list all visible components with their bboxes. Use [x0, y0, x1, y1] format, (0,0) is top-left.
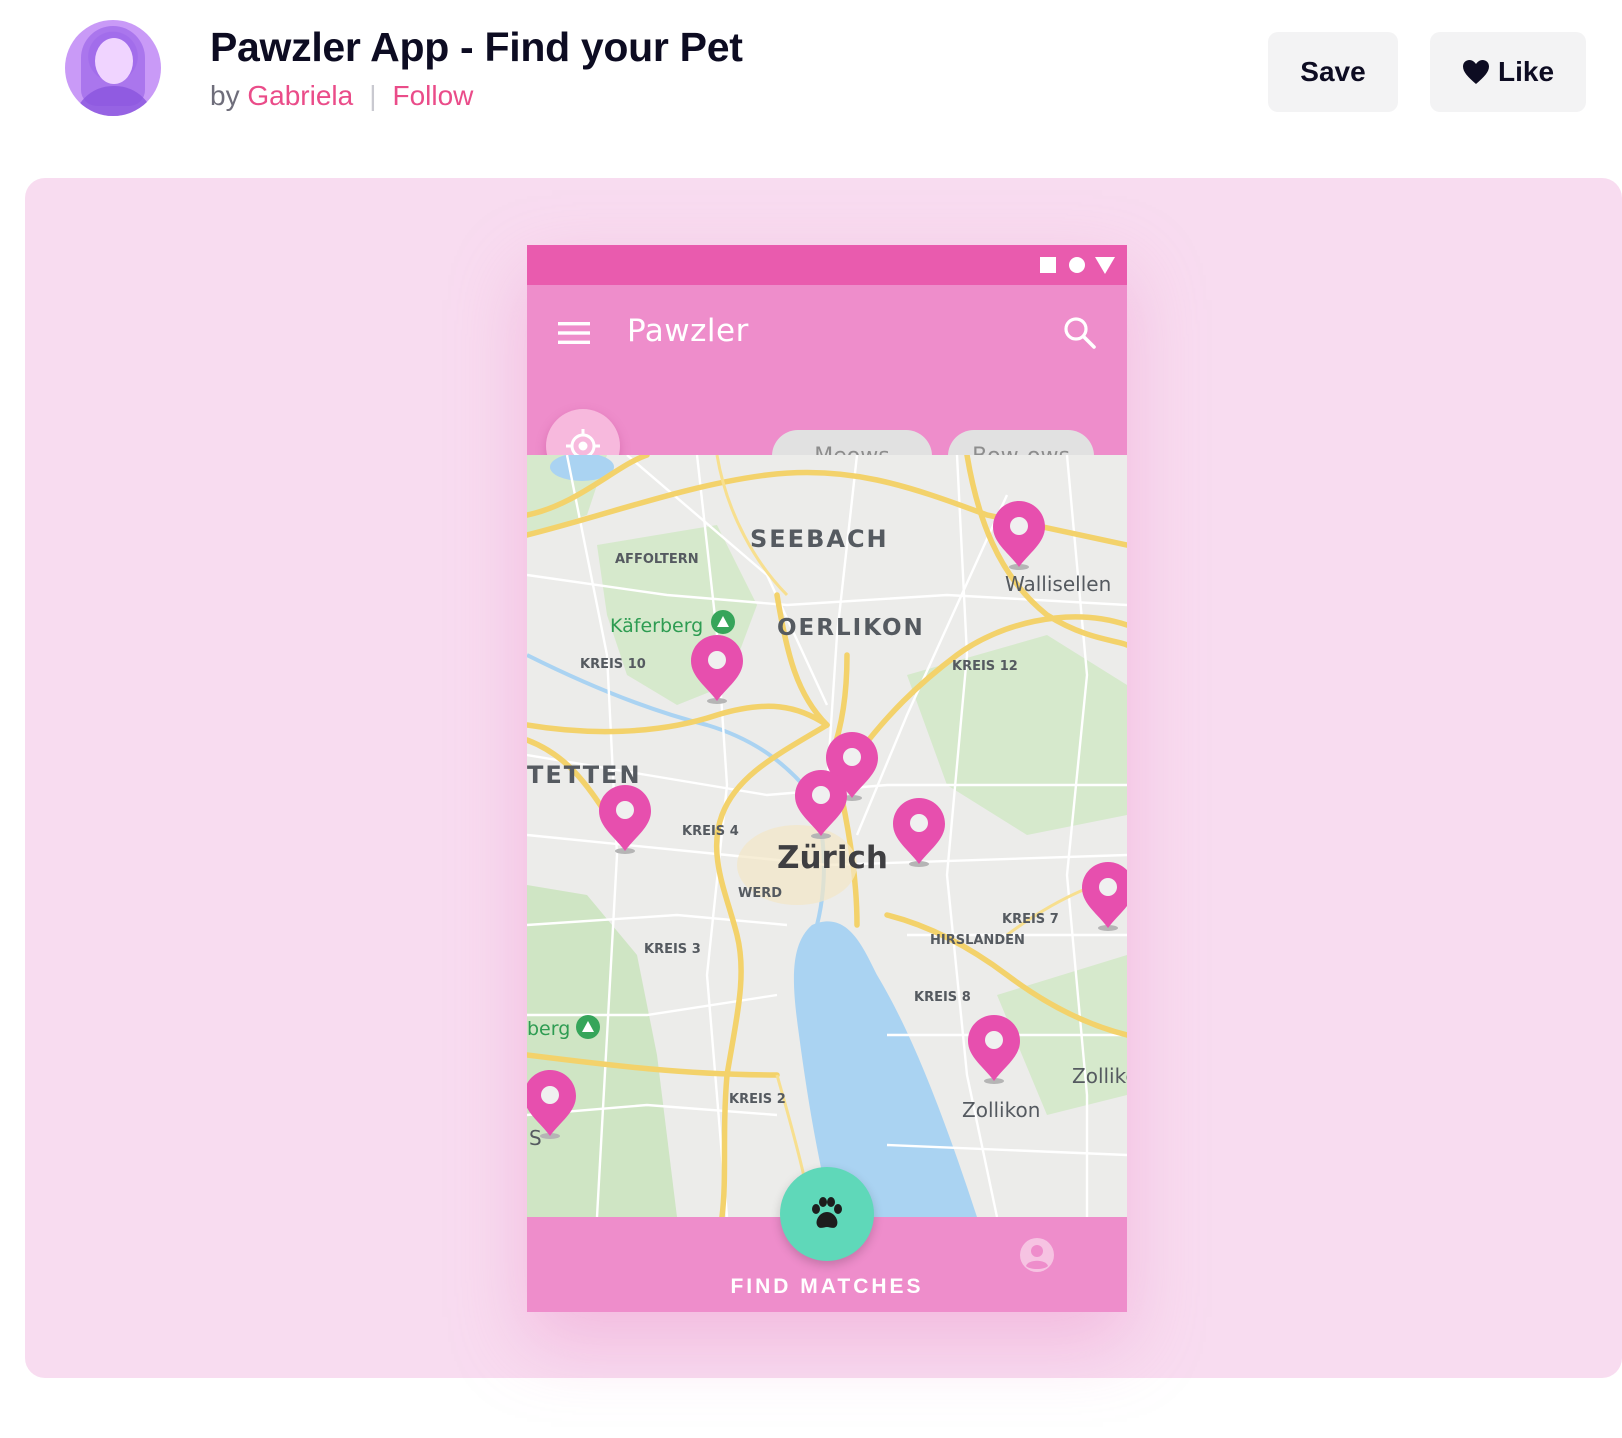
- map-label-kreis2: KREIS 2: [729, 1092, 786, 1107]
- signal-icon: [1095, 257, 1115, 274]
- search-icon[interactable]: [1063, 316, 1097, 350]
- pet-pin-icon[interactable]: [893, 798, 945, 867]
- map-label-affoltern: AFFOLTERN: [615, 552, 699, 567]
- find-matches-button[interactable]: [780, 1167, 874, 1261]
- like-button-label: Like: [1497, 56, 1555, 87]
- map-label-kreis10: KREIS 10: [580, 657, 646, 672]
- pet-pin-icon[interactable]: [968, 1015, 1020, 1084]
- map-label-zollike: Zollike: [1072, 1064, 1127, 1088]
- avatar-face: [95, 38, 133, 84]
- park-marker-icon-2: [576, 1015, 600, 1039]
- map-label-s: S: [529, 1126, 542, 1150]
- by-prefix: by: [210, 80, 240, 111]
- find-matches-label[interactable]: FIND MATCHES: [527, 1275, 1127, 1299]
- map-label-tetten: TETTEN: [527, 761, 642, 789]
- map-view[interactable]: SEEBACH AFFOLTERN OERLIKON KREIS 10 KREI…: [527, 455, 1127, 1217]
- shot-title: Pawzler App - Find your Pet: [210, 24, 743, 70]
- paw-icon: [812, 1197, 842, 1228]
- byline: by Gabriela | Follow: [210, 80, 473, 112]
- map-label-werd: WERD: [738, 886, 782, 901]
- status-bar: [527, 245, 1127, 285]
- map-label-wallisellen: Wallisellen: [1005, 572, 1111, 596]
- map-forest-west: [527, 885, 677, 1217]
- map-label-zollikon: Zollikon: [962, 1098, 1040, 1122]
- map-label-seebach: SEEBACH: [750, 525, 889, 553]
- map-label-zurich: Zürich: [777, 840, 888, 876]
- map-label-kreis3: KREIS 3: [644, 942, 701, 957]
- map-label-kreis12: KREIS 12: [952, 659, 1018, 674]
- profile-icon[interactable]: [1019, 1237, 1055, 1273]
- map-label-kaferberg: Käferberg: [610, 615, 703, 637]
- map-label-berg: berg: [527, 1018, 570, 1040]
- app-title: Pawzler: [627, 313, 749, 349]
- byline-divider: |: [369, 80, 377, 111]
- map-label-kreis7: KREIS 7: [1002, 912, 1059, 927]
- map-canvas: SEEBACH AFFOLTERN OERLIKON KREIS 10 KREI…: [527, 455, 1127, 1217]
- map-label-kreis8: KREIS 8: [914, 990, 971, 1005]
- recents-icon: [1040, 257, 1056, 273]
- heart-icon: [1462, 60, 1489, 84]
- like-button[interactable]: Like: [1430, 32, 1586, 112]
- map-label-oerlikon: OERLIKON: [777, 615, 925, 641]
- map-label-kreis4: KREIS 4: [682, 824, 739, 839]
- phone-mockup: Pawzler Meows Bow-ows: [527, 245, 1127, 1312]
- app-bar: Pawzler Meows Bow-ows: [527, 285, 1127, 483]
- pet-pin-icon[interactable]: [1082, 862, 1127, 931]
- author-link[interactable]: Gabriela: [247, 80, 353, 111]
- map-label-hirslanden: HIRSLANDEN: [930, 933, 1025, 948]
- home-icon: [1069, 257, 1085, 273]
- follow-link[interactable]: Follow: [392, 80, 473, 111]
- park-marker-icon: [711, 610, 735, 634]
- save-button-label: Save: [1300, 56, 1366, 87]
- author-avatar[interactable]: [65, 20, 161, 116]
- hamburger-menu-icon[interactable]: [558, 320, 590, 346]
- save-button[interactable]: Save: [1268, 32, 1398, 112]
